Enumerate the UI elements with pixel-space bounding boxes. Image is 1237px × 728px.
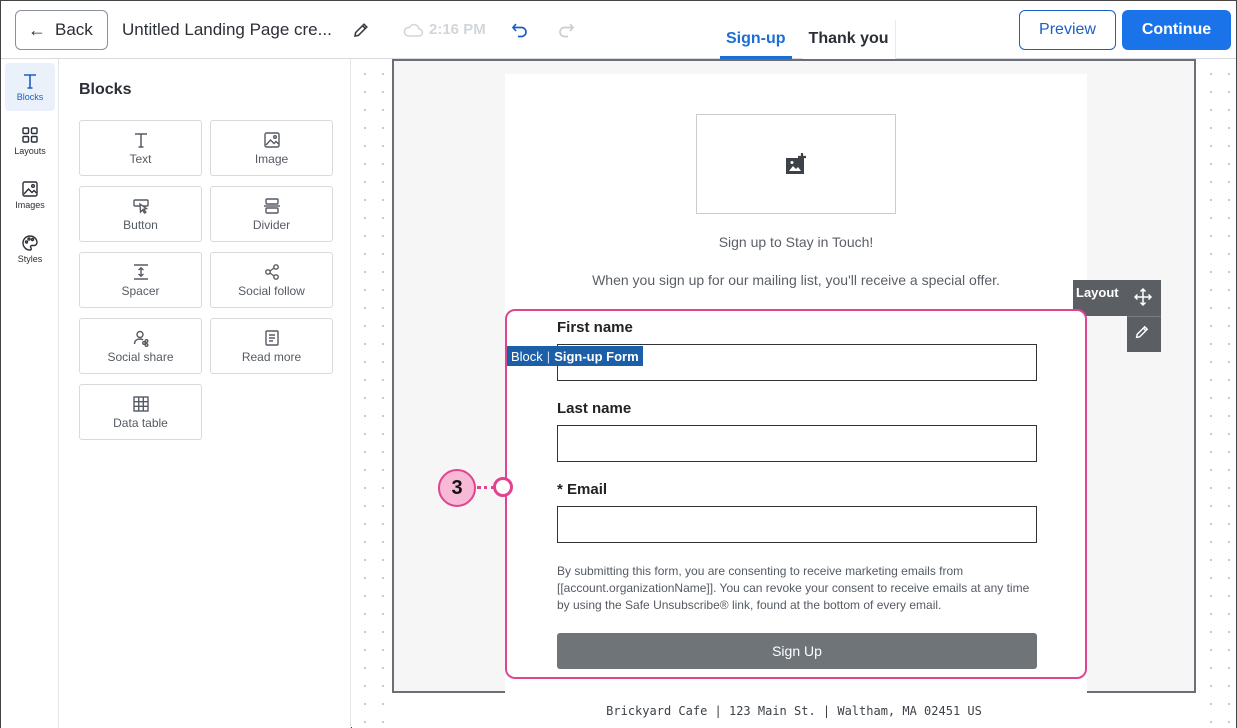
editor-canvas: Sign up to Stay in Touch! When you sign …	[352, 59, 1236, 728]
palette-icon	[22, 235, 38, 251]
callout-number-badge: 3	[438, 469, 476, 507]
page-headline[interactable]: Sign up to Stay in Touch!	[505, 234, 1087, 250]
block-label: Text	[129, 151, 152, 166]
blocks-panel: Blocks Text Image Button Divider Spacer …	[59, 59, 351, 728]
share-nodes-icon	[264, 263, 279, 280]
callout-anchor-dot	[493, 477, 513, 497]
block-spacer[interactable]: Spacer	[79, 252, 202, 308]
block-label: Image	[254, 151, 289, 166]
block-data-table[interactable]: Data table	[79, 384, 202, 440]
block-label-name: Sign-up Form	[554, 348, 639, 364]
block-label: Social follow	[238, 283, 305, 298]
grid-icon	[22, 127, 38, 143]
move-icon[interactable]	[1133, 287, 1153, 307]
block-label-separator: |	[546, 348, 551, 364]
panel-title: Blocks	[79, 81, 132, 98]
layout-label: Layout	[1076, 285, 1119, 300]
table-icon	[132, 395, 149, 412]
toolbar-divider	[1127, 316, 1161, 317]
block-social-share[interactable]: Social share	[79, 318, 202, 374]
rail-item-label: Styles	[17, 254, 43, 264]
block-social-follow[interactable]: Social follow	[210, 252, 333, 308]
redo-icon[interactable]	[556, 20, 576, 40]
pencil-icon[interactable]	[1133, 323, 1151, 341]
rail-item-images[interactable]: Images	[5, 171, 55, 219]
block-type-label: Block | Sign-up Form	[507, 346, 643, 366]
rail-item-label: Layouts	[14, 146, 46, 156]
first-name-label: First name	[557, 319, 633, 336]
document-icon	[264, 329, 279, 346]
last-name-label: Last name	[557, 400, 632, 417]
arrow-left-icon: ←	[28, 20, 46, 40]
landing-page-frame: Sign up to Stay in Touch! When you sign …	[392, 59, 1196, 694]
button-cursor-icon	[132, 198, 149, 214]
rail-item-label: Blocks	[16, 92, 44, 102]
block-button[interactable]: Button	[79, 186, 202, 242]
preview-button[interactable]: Preview	[1019, 10, 1116, 50]
image-icon	[22, 181, 38, 197]
rail-item-layouts[interactable]: Layouts	[5, 117, 55, 165]
add-image-icon	[786, 153, 806, 174]
page-subtext[interactable]: When you sign up for our mailing list, y…	[505, 272, 1087, 288]
text-t-icon	[24, 74, 36, 89]
page-footer: Brickyard Cafe | 123 Main St. | Waltham,…	[392, 693, 1196, 728]
left-rail: Blocks Layouts Images Styles	[1, 59, 59, 728]
block-divider[interactable]: Divider	[210, 186, 333, 242]
undo-icon[interactable]	[510, 20, 530, 40]
continue-button[interactable]: Continue	[1122, 10, 1231, 50]
consent-text: By submitting this form, you are consent…	[557, 564, 1030, 612]
image-placeholder[interactable]	[696, 114, 896, 214]
block-read-more[interactable]: Read more	[210, 318, 333, 374]
email-label: * Email	[557, 481, 608, 498]
block-image[interactable]: Image	[210, 120, 333, 176]
cloud-icon	[403, 23, 424, 37]
sign-up-button[interactable]: Sign Up	[557, 633, 1037, 669]
block-label: Data table	[113, 415, 168, 430]
last-name-field[interactable]	[557, 425, 1037, 462]
rail-item-blocks[interactable]: Blocks	[5, 63, 55, 111]
pencil-icon[interactable]	[351, 20, 371, 40]
image-icon	[263, 131, 280, 148]
block-text[interactable]: Text	[79, 120, 202, 176]
rail-item-label: Images	[15, 200, 45, 210]
user-share-icon	[133, 330, 148, 347]
text-t-icon	[134, 132, 147, 148]
back-button[interactable]: ← Back	[15, 10, 108, 50]
save-status-time: 2:16 PM	[429, 21, 486, 38]
document-title[interactable]: Untitled Landing Page cre...	[122, 20, 332, 40]
block-label: Spacer	[121, 283, 160, 298]
page-tabs: Sign-up Thank you	[720, 20, 895, 59]
rail-item-styles[interactable]: Styles	[5, 225, 55, 273]
tab-sign-up[interactable]: Sign-up	[720, 20, 792, 59]
block-label: Divider	[252, 217, 291, 232]
back-button-label: Back	[55, 20, 93, 39]
spacer-icon	[133, 263, 148, 280]
block-label: Button	[123, 217, 158, 232]
top-bar: ← Back Untitled Landing Page cre... 2:16…	[1, 1, 1236, 59]
email-field[interactable]	[557, 506, 1037, 543]
block-label-prefix: Block	[511, 348, 543, 364]
tab-thank-you[interactable]: Thank you	[802, 20, 895, 59]
block-label: Read more	[241, 349, 302, 364]
divider-icon	[263, 197, 280, 214]
block-label: Social share	[107, 349, 174, 364]
